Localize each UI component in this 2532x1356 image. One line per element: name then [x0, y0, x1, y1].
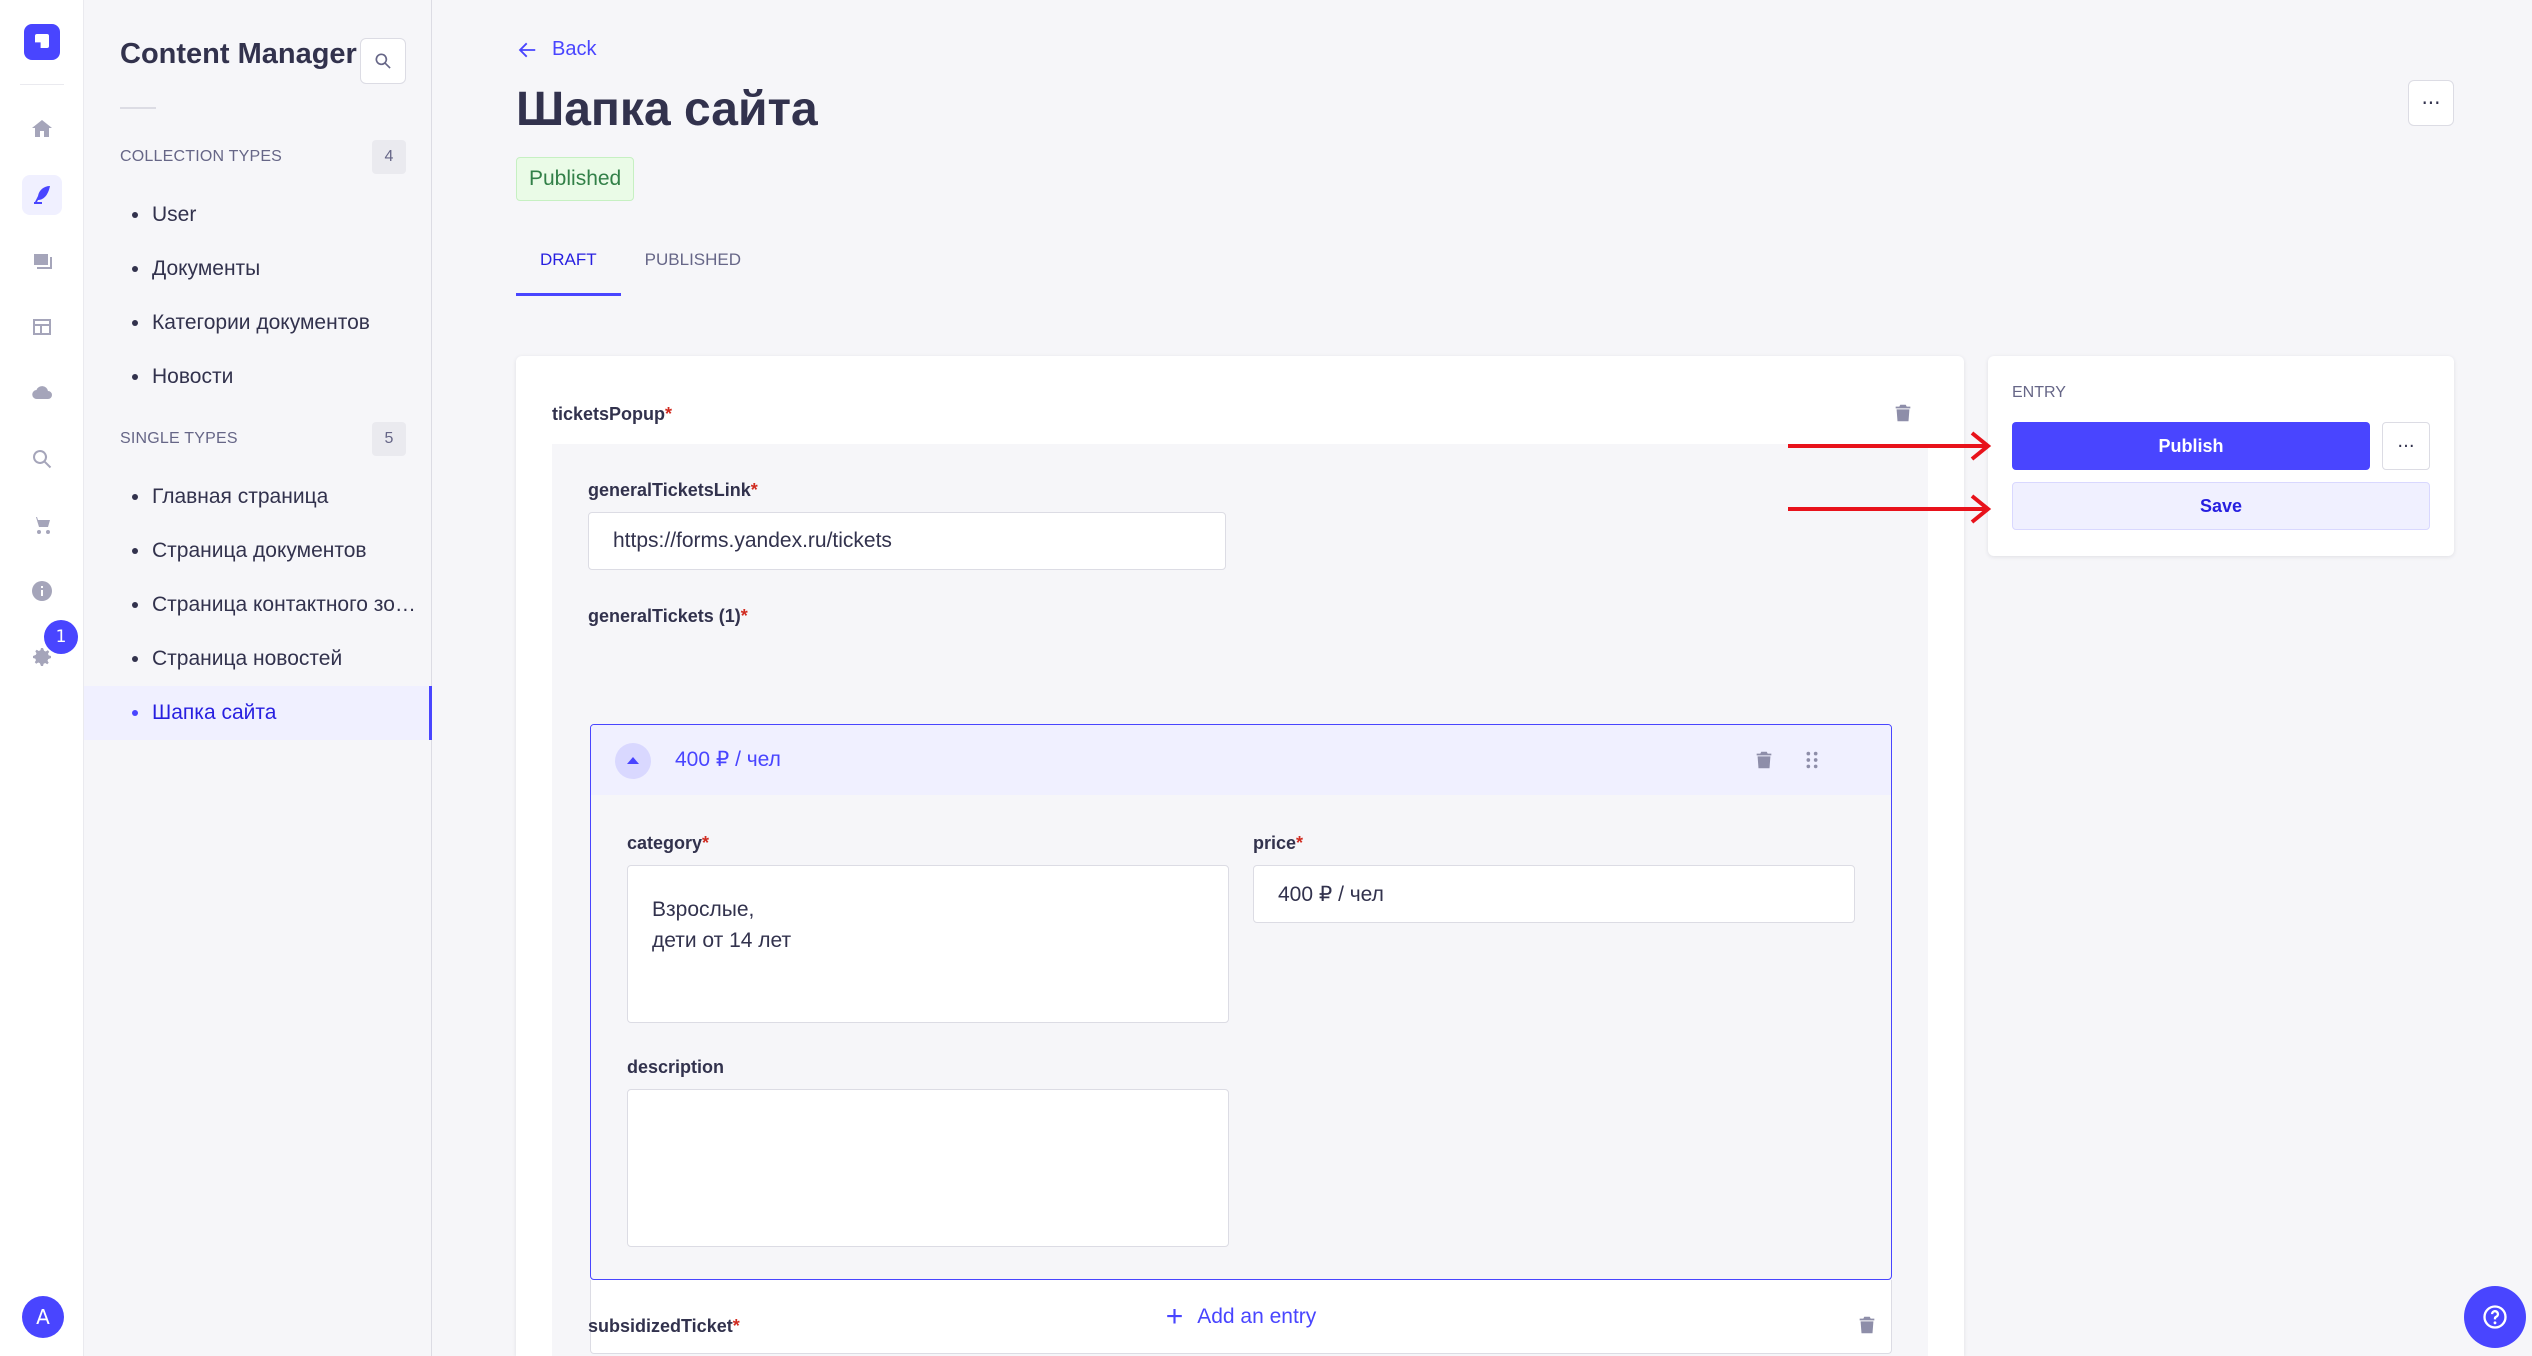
back-label: Back	[552, 38, 597, 60]
bullet	[132, 494, 138, 500]
subnav-search-button[interactable]	[360, 38, 406, 84]
price-input[interactable]: 400 ₽ / чел	[1253, 865, 1855, 923]
cart-icon[interactable]	[22, 505, 62, 545]
accordion-header[interactable]: 400 ₽ / чел	[591, 725, 1891, 795]
add-entry-label: Add an entry	[1197, 1304, 1317, 1328]
entry-title: 400 ₽ / чел	[675, 748, 781, 771]
sidebar-item-label: Страница новостей	[152, 647, 343, 670]
sidebar-item-label: Страница документов	[152, 539, 367, 562]
bullet	[132, 374, 138, 380]
user-avatar[interactable]: A	[22, 1296, 64, 1338]
bullet	[132, 710, 138, 716]
rail-divider	[20, 84, 64, 85]
description-textarea[interactable]	[627, 1089, 1229, 1247]
entry-more-button[interactable]: ···	[2382, 422, 2430, 470]
home-icon[interactable]	[22, 109, 62, 149]
strapi-logo[interactable]	[24, 24, 60, 60]
delete-component-button[interactable]	[1892, 402, 1914, 424]
bullet	[132, 320, 138, 326]
sidebar-item-label: Категории документов	[152, 311, 370, 334]
content-type-builder-icon[interactable]	[22, 307, 62, 347]
delete-entry-button[interactable]	[1753, 749, 1775, 771]
annotation-arrow-save	[1788, 494, 1992, 524]
ticket-entry-accordion: 400 ₽ / чел category* Взрослые, дети от …	[590, 724, 1892, 1280]
subnav-divider	[120, 107, 156, 109]
chevron-up-icon	[627, 757, 639, 764]
entry-actions-panel: ENTRY Publish ··· Save	[1988, 356, 2454, 556]
collapse-toggle[interactable]	[615, 743, 651, 779]
sidebar-item-home-page[interactable]: Главная страница	[84, 470, 432, 524]
description-label: description	[627, 1057, 725, 1077]
bullet	[132, 602, 138, 608]
edit-form-card: ticketsPopup* generalTicketsLink* https:…	[516, 356, 1964, 1356]
content-manager-icon[interactable]	[22, 175, 62, 215]
subsidized-ticket-label: subsidizedTicket*	[588, 1316, 740, 1336]
sidebar-item-label: User	[152, 203, 197, 226]
arrow-left-icon	[518, 42, 536, 57]
sidebar-item-label: Главная страница	[152, 485, 329, 508]
trash-icon	[1859, 1316, 1875, 1334]
sidebar-item-label: Шапка сайта	[152, 701, 277, 724]
media-library-icon[interactable]	[22, 241, 62, 281]
tickets-popup-component: generalTicketsLink* https://forms.yandex…	[552, 444, 1928, 1356]
tab-draft[interactable]: DRAFT	[516, 240, 621, 296]
cloud-icon[interactable]	[22, 373, 62, 413]
version-tabs: DRAFT PUBLISHED	[516, 240, 765, 296]
category-label: category*	[627, 833, 710, 853]
add-entry-button[interactable]: + Add an entry	[590, 1280, 1892, 1354]
drag-handle[interactable]	[1801, 749, 1823, 771]
notification-badge: 1	[44, 620, 78, 654]
category-textarea[interactable]: Взрослые, дети от 14 лет	[627, 865, 1229, 1023]
sidebar-item-label: Страница контактного зоопарка	[152, 593, 422, 616]
status-badge: Published	[516, 157, 635, 201]
info-icon[interactable]	[22, 571, 62, 611]
delete-subsidized-ticket-button[interactable]	[1856, 1314, 1878, 1336]
price-label: price*	[1253, 833, 1304, 853]
panel-title: ENTRY	[2012, 384, 2066, 401]
general-tickets-link-label: generalTicketsLink*	[588, 480, 758, 500]
search-icon[interactable]	[22, 439, 62, 479]
bullet	[132, 266, 138, 272]
single-types-count: 5	[372, 422, 406, 456]
trash-icon	[1756, 751, 1772, 769]
tickets-popup-label: ticketsPopup*	[552, 404, 673, 424]
publish-button[interactable]: Publish	[2012, 422, 2370, 470]
subnav-title: Content Manager	[120, 38, 357, 70]
main-nav-rail: 1 A	[0, 0, 84, 1356]
trash-icon	[1895, 404, 1911, 422]
search-icon	[375, 53, 391, 69]
collection-types-count: 4	[372, 140, 406, 174]
bullet	[132, 656, 138, 662]
sidebar-item-petting-zoo-page[interactable]: Страница контактного зоопарка	[84, 578, 432, 632]
more-actions-button[interactable]: ···	[2408, 80, 2454, 126]
plus-icon: +	[1165, 1299, 1184, 1333]
back-link[interactable]: Back	[516, 38, 596, 61]
collection-types-heading[interactable]: COLLECTION TYPES	[120, 148, 282, 166]
content-manager-subnav: Content Manager COLLECTION TYPES 4 User …	[84, 0, 432, 1356]
bullet	[132, 548, 138, 554]
page-title: Шапка сайта	[516, 83, 818, 136]
sidebar-item-news[interactable]: Новости	[84, 350, 432, 404]
annotation-arrow-publish	[1788, 431, 1992, 461]
sidebar-item-news-page[interactable]: Страница новостей	[84, 632, 432, 686]
general-tickets-label: generalTickets (1)*	[588, 606, 748, 626]
save-button[interactable]: Save	[2012, 482, 2430, 530]
sidebar-item-label: Новости	[152, 365, 234, 388]
sidebar-item-documents[interactable]: Документы	[84, 242, 432, 296]
bullet	[132, 212, 138, 218]
sidebar-item-document-categories[interactable]: Категории документов	[84, 296, 432, 350]
sidebar-item-label: Документы	[152, 257, 261, 280]
tab-published[interactable]: PUBLISHED	[621, 240, 765, 296]
general-tickets-link-input[interactable]: https://forms.yandex.ru/tickets	[588, 512, 1226, 570]
question-icon	[2483, 1305, 2507, 1329]
single-types-heading[interactable]: SINGLE TYPES	[120, 430, 238, 448]
drag-icon	[1806, 751, 1818, 769]
sidebar-item-documents-page[interactable]: Страница документов	[84, 524, 432, 578]
help-button[interactable]	[2464, 1286, 2526, 1348]
sidebar-item-user[interactable]: User	[84, 188, 432, 242]
sidebar-item-site-header[interactable]: Шапка сайта	[84, 686, 432, 740]
